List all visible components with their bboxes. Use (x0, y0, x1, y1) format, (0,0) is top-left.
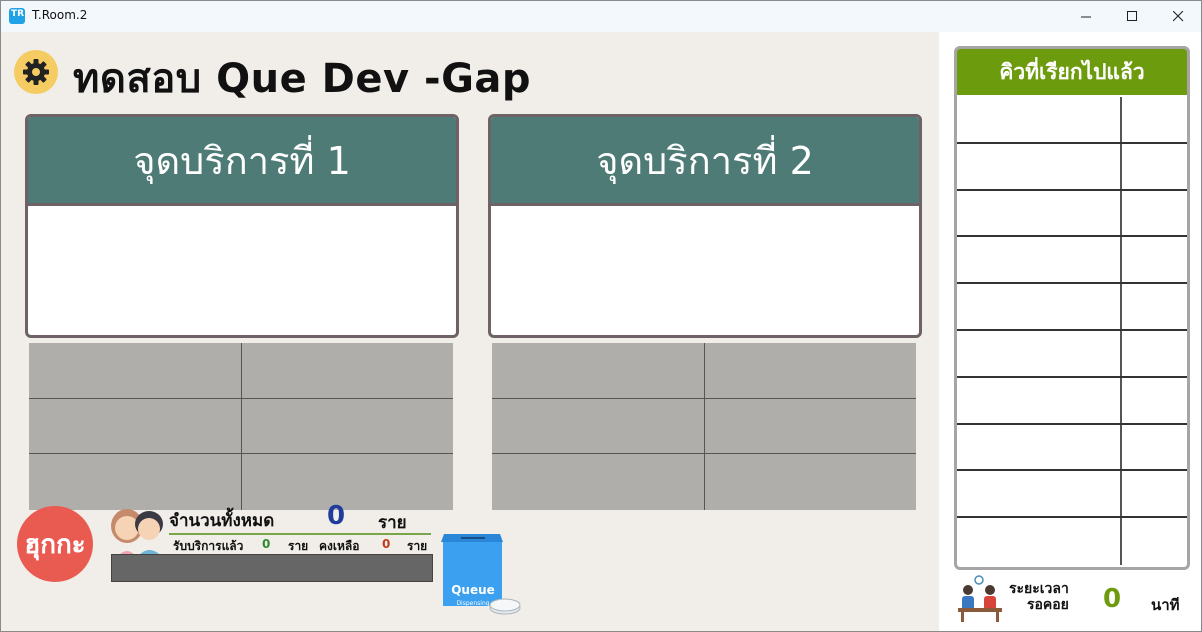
served-value: 0 (262, 537, 271, 551)
called-row (957, 97, 1187, 144)
called-row (957, 190, 1187, 238)
minimize-icon (1080, 16, 1091, 18)
called-row (957, 471, 1187, 519)
wait-time-value: 0 (1103, 584, 1122, 614)
queue-cell (705, 454, 916, 510)
wait-label-line2: รอคอย (1026, 597, 1069, 613)
queue-cell (492, 343, 705, 399)
counter-1-queue-grid (29, 343, 453, 510)
queue-cell (29, 454, 242, 510)
total-unit: ราย (378, 513, 407, 533)
queue-cell (705, 343, 916, 399)
maximize-icon (1126, 11, 1137, 21)
queue-dispenser-icon[interactable]: Queue Dispensing (441, 528, 523, 622)
total-value: 0 (327, 501, 346, 531)
close-button[interactable] (1155, 1, 1201, 32)
queue-cell (242, 454, 453, 510)
called-row (957, 330, 1187, 378)
waiting-people-icon (958, 575, 1002, 622)
title-bar[interactable]: TR T.Room.2 (1, 1, 1201, 32)
wait-time-unit: นาที (1151, 596, 1180, 614)
counter-2-header: จุดบริการที่ 2 (491, 117, 919, 206)
settings-button[interactable] (14, 50, 58, 94)
page-title: ทดสอบ Que Dev -Gap (73, 56, 532, 102)
app-window: TR T.Room.2 ทดสอบ Que Dev -Gap จุดบริการ… (0, 0, 1202, 632)
gear-icon (23, 59, 49, 85)
queue-box-title: Queue (451, 583, 495, 597)
stats-divider (169, 533, 431, 535)
called-row (957, 377, 1187, 425)
message-ticker (111, 554, 433, 582)
minimize-button[interactable] (1063, 1, 1109, 32)
called-row (957, 518, 1187, 565)
queue-cell (242, 399, 453, 455)
called-row (957, 284, 1187, 331)
queue-cell (242, 343, 453, 399)
service-counter-2: จุดบริการที่ 2 (488, 114, 922, 338)
called-queue-panel: คิวที่เรียกไปแล้ว (954, 46, 1190, 570)
called-queue-header: คิวที่เรียกไปแล้ว (957, 49, 1187, 97)
service-counter-1: จุดบริการที่ 1 (25, 114, 459, 338)
queue-cell (29, 398, 242, 455)
remaining-value: 0 (382, 537, 391, 551)
people-icon (111, 509, 165, 560)
called-queue-sidebar: คิวที่เรียกไปแล้ว (939, 32, 1201, 631)
counter-1-header: จุดบริการที่ 1 (28, 117, 456, 206)
wait-time-label: ระยะเวลา รอคอย (1009, 581, 1069, 613)
brand-logo: ฮุกกะ (17, 506, 93, 582)
close-icon (1172, 11, 1183, 22)
called-row (957, 424, 1187, 472)
counter-2-queue-grid (492, 343, 916, 510)
called-row (957, 143, 1187, 191)
wait-label-line1: ระยะเวลา (1009, 581, 1069, 597)
queue-cell (492, 454, 705, 510)
queue-cell (29, 343, 242, 399)
called-queue-list (957, 97, 1187, 567)
queue-box-subtitle: Dispensing (456, 600, 489, 607)
queue-cell (705, 399, 916, 455)
queue-cell (492, 398, 705, 455)
maximize-button[interactable] (1109, 1, 1155, 32)
app-icon: TR (9, 8, 25, 24)
total-label: จำนวนทั้งหมด (169, 511, 275, 531)
window-title: T.Room.2 (32, 8, 88, 22)
called-row (957, 237, 1187, 285)
